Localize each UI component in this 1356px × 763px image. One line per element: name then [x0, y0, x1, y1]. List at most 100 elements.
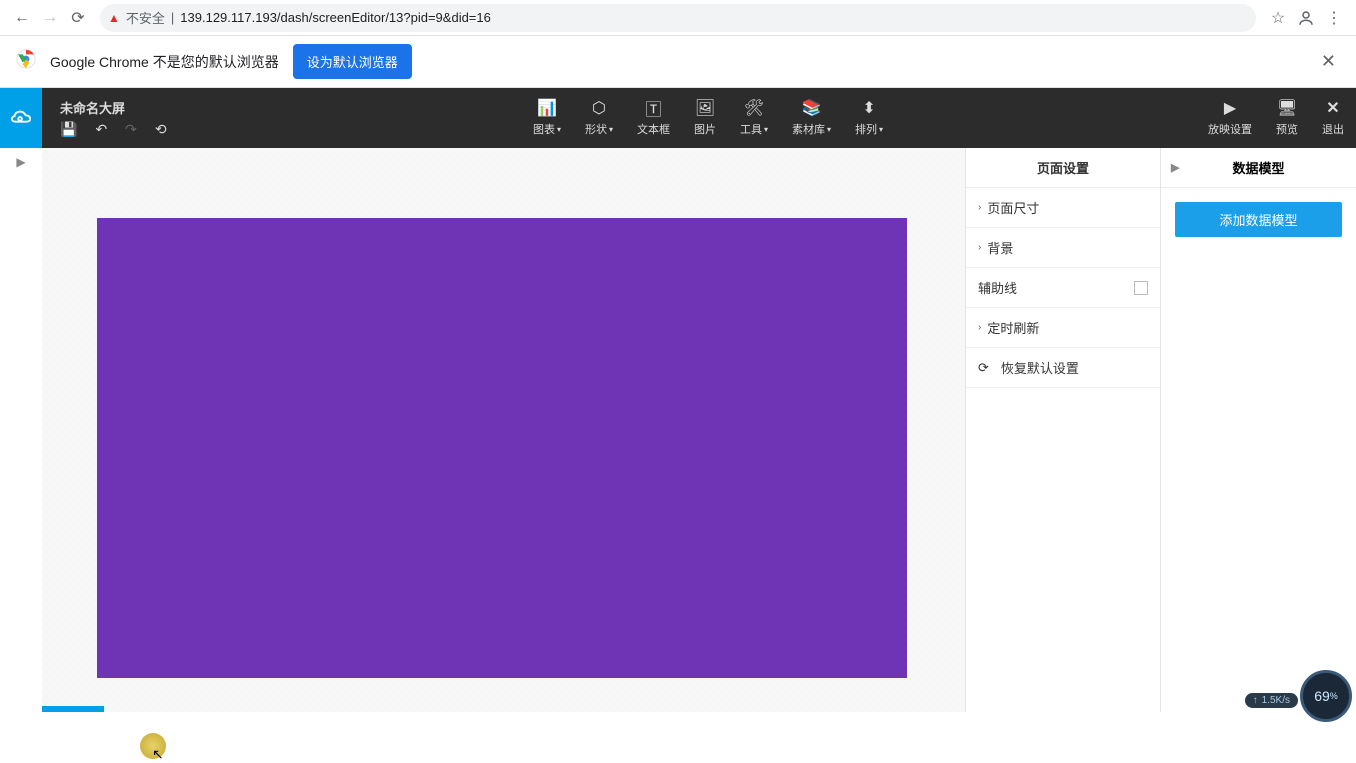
forward-button[interactable]: →: [36, 4, 64, 32]
preview-icon: 🖥: [1277, 99, 1297, 117]
reset-default-label: 恢复默认设置: [1001, 358, 1079, 377]
app-root: ▶ 未命名大屏 💾 ↶ ↷ ⟲ 📊 图表▾ ⬡ 形状▾: [0, 88, 1356, 712]
chrome-logo-icon: [16, 49, 36, 74]
default-browser-infobar: Google Chrome 不是您的默认浏览器 设为默认浏览器 ✕: [0, 36, 1356, 88]
infobar-close-icon[interactable]: ✕: [1317, 47, 1340, 76]
set-default-button[interactable]: 设为默认浏览器: [293, 44, 412, 79]
add-data-model-button[interactable]: 添加数据模型: [1175, 202, 1342, 237]
chevron-right-icon: ›: [978, 322, 981, 333]
auto-refresh-label: 定时刷新: [987, 318, 1039, 337]
network-speed-widget: ↑ 1.5K/s: [1245, 693, 1298, 708]
close-icon: ✕: [1326, 99, 1339, 117]
reload-icon: ⟳: [978, 360, 989, 376]
auto-refresh-row[interactable]: › 定时刷新: [966, 308, 1160, 348]
background-row[interactable]: › 背景: [966, 228, 1160, 268]
page-size-label: 页面尺寸: [987, 198, 1039, 217]
insecure-label: 不安全: [126, 8, 165, 27]
browser-toolbar: ← → ⟳ ▲ 不安全 | 139.129.117.193/dash/scree…: [0, 0, 1356, 36]
arrange-icon: ⬍: [862, 99, 875, 117]
tool-textbox[interactable]: 🅃 文本框: [625, 88, 682, 148]
play-settings-label: 放映设置: [1208, 121, 1252, 137]
image-icon: 🖼: [695, 99, 715, 117]
tool-tools[interactable]: 🛠 工具▾: [728, 88, 780, 148]
infobar-text: Google Chrome 不是您的默认浏览器: [50, 52, 279, 72]
play-settings-button[interactable]: ▶ 放映设置: [1196, 88, 1264, 148]
preview-button[interactable]: 🖥 预览: [1264, 88, 1310, 148]
chart-icon: 📊: [537, 99, 557, 117]
exit-label: 退出: [1322, 121, 1344, 137]
wrench-icon: 🛠: [744, 99, 764, 117]
toolbar-right: ▶ 放映设置 🖥 预览 ✕ 退出: [1196, 88, 1356, 148]
back-button[interactable]: ←: [8, 4, 36, 32]
tool-chart[interactable]: 📊 图表▾: [521, 88, 573, 148]
insecure-icon: ▲: [108, 11, 120, 25]
canvas-area[interactable]: [42, 148, 965, 712]
screen-canvas[interactable]: [97, 218, 907, 678]
page-size-row[interactable]: › 页面尺寸: [966, 188, 1160, 228]
tool-arrange[interactable]: ⬍ 排列▾: [843, 88, 895, 148]
page-settings-header: 页面设置: [966, 148, 1160, 188]
address-bar[interactable]: ▲ 不安全 | 139.129.117.193/dash/screenEdito…: [100, 4, 1256, 32]
data-model-body: 添加数据模型: [1161, 188, 1356, 251]
document-title: 未命名大屏: [60, 98, 220, 117]
zoom-indicator[interactable]: [42, 706, 104, 712]
reload-button[interactable]: ⟳: [64, 4, 92, 32]
tool-shape-label: 形状: [585, 121, 607, 137]
guides-row[interactable]: 辅助线: [966, 268, 1160, 308]
page-settings-panel: 页面设置 › 页面尺寸 › 背景 辅助线 › 定时刷新: [965, 148, 1160, 712]
guides-label: 辅助线: [978, 278, 1017, 297]
tool-assets[interactable]: 📚 素材库▾: [780, 88, 843, 148]
shape-icon: ⬡: [592, 99, 606, 117]
refresh-icon[interactable]: ⟲: [155, 121, 167, 138]
workspace: 页面设置 › 页面尺寸 › 背景 辅助线 › 定时刷新: [42, 148, 1356, 712]
data-model-header: ▶ 数据模型: [1161, 148, 1356, 188]
chevron-right-icon: ›: [978, 202, 981, 213]
editor-topbar: 未命名大屏 💾 ↶ ↷ ⟲ 📊 图表▾ ⬡ 形状▾ 🅃: [42, 88, 1356, 148]
network-speed-value: 1.5K/s: [1262, 695, 1290, 706]
title-tools: 💾 ↶ ↷ ⟲: [60, 121, 220, 138]
reset-default-row[interactable]: ⟳ 恢复默认设置: [966, 348, 1160, 388]
kebab-menu-icon[interactable]: ⋮: [1320, 4, 1348, 32]
url-text: 139.129.117.193/dash/screenEditor/13?pid…: [180, 10, 491, 25]
guides-checkbox[interactable]: [1134, 281, 1148, 295]
collapse-icon[interactable]: ▶: [1171, 161, 1179, 174]
title-block: 未命名大屏 💾 ↶ ↷ ⟲: [60, 88, 220, 148]
assets-icon: 📚: [802, 99, 822, 117]
chevron-down-icon: ▾: [609, 125, 613, 134]
chevron-down-icon: ▾: [879, 125, 883, 134]
tool-image-label: 图片: [694, 121, 716, 137]
data-model-panel: ▶ 数据模型 添加数据模型: [1160, 148, 1356, 712]
chevron-down-icon: ▾: [764, 125, 768, 134]
play-icon: ▶: [1224, 99, 1236, 117]
profile-icon[interactable]: [1292, 4, 1320, 32]
chevron-down-icon: ▾: [827, 125, 831, 134]
tool-image[interactable]: 🖼 图片: [682, 88, 728, 148]
redo-icon[interactable]: ↷: [125, 121, 137, 138]
url-separator: |: [171, 10, 174, 25]
tool-textbox-label: 文本框: [637, 121, 670, 137]
save-icon[interactable]: 💾: [60, 121, 77, 138]
rail-expand-icon[interactable]: ▶: [0, 148, 42, 176]
cursor-icon: ↖: [152, 746, 164, 763]
main-column: 未命名大屏 💾 ↶ ↷ ⟲ 📊 图表▾ ⬡ 形状▾ 🅃: [42, 88, 1356, 712]
left-rail: ▶: [0, 88, 42, 712]
tool-shape[interactable]: ⬡ 形状▾: [573, 88, 625, 148]
chevron-right-icon: ›: [978, 242, 981, 253]
gauge-value: 69: [1314, 688, 1330, 704]
background-label: 背景: [987, 238, 1013, 257]
preview-label: 预览: [1276, 121, 1298, 137]
textbox-icon: 🅃: [645, 99, 661, 117]
tool-arrange-label: 排列: [855, 121, 877, 137]
toolbar-center: 📊 图表▾ ⬡ 形状▾ 🅃 文本框 🖼 图片 🛠 工具▾: [521, 88, 895, 148]
exit-button[interactable]: ✕ 退出: [1310, 88, 1356, 148]
performance-gauge: 69%: [1300, 670, 1352, 722]
gauge-unit: %: [1330, 691, 1338, 701]
app-logo-icon[interactable]: [0, 88, 42, 148]
tool-chart-label: 图表: [533, 121, 555, 137]
bookmark-star-icon[interactable]: ☆: [1264, 4, 1292, 32]
chevron-down-icon: ▾: [557, 125, 561, 134]
upload-icon: ↑: [1253, 695, 1258, 706]
data-model-title: 数据模型: [1232, 158, 1284, 177]
tool-tools-label: 工具: [740, 121, 762, 137]
undo-icon[interactable]: ↶: [95, 121, 107, 138]
